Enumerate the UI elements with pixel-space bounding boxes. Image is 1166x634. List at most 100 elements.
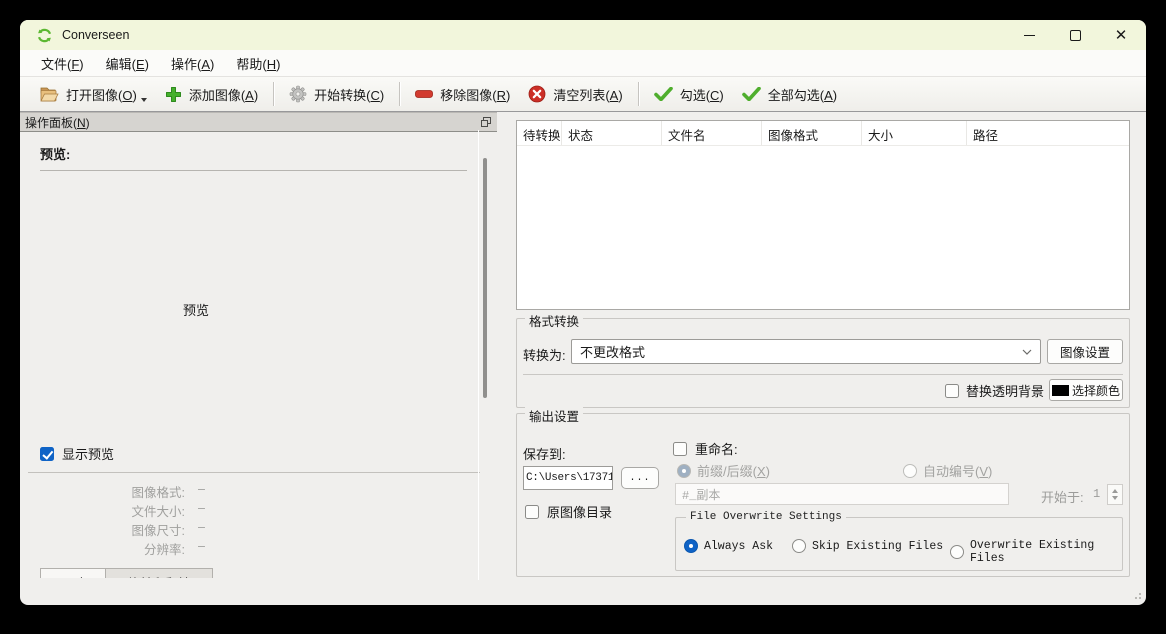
panel-tabs: 尺寸 旋转和翻转 bbox=[40, 568, 213, 578]
file-overwrite-title: File Overwrite Settings bbox=[686, 511, 846, 523]
always-ask-option[interactable]: Always Ask bbox=[684, 539, 773, 553]
add-image-icon bbox=[165, 86, 182, 103]
add-image-button[interactable]: 添加图像(A) bbox=[156, 80, 267, 108]
check-all-button[interactable]: 全部勾选(A) bbox=[733, 80, 846, 108]
replace-background-label: 替换透明背景 bbox=[966, 381, 1044, 400]
close-button[interactable]: ✕ bbox=[1104, 20, 1138, 50]
file-size-label: 文件大小: bbox=[60, 501, 185, 520]
toolbar-separator bbox=[399, 82, 400, 106]
remove-image-button[interactable]: 移除图像(R) bbox=[406, 80, 519, 108]
start-convert-button[interactable]: 开始转换(C) bbox=[280, 80, 393, 108]
open-image-label: 打开图像(O) bbox=[66, 85, 137, 104]
column-filename[interactable]: 文件名 bbox=[662, 121, 762, 145]
menu-file[interactable]: 文件(F) bbox=[30, 54, 95, 73]
prefix-suffix-radio[interactable] bbox=[677, 464, 691, 478]
rename-pattern-input[interactable]: #_副本 bbox=[675, 483, 1009, 505]
file-overwrite-group: File Overwrite Settings Always Ask Skip … bbox=[675, 517, 1123, 571]
start-convert-icon bbox=[289, 85, 307, 103]
format-select[interactable]: 不更改格式 bbox=[571, 339, 1041, 364]
table-header-row: 待转换 状态 文件名 图像格式 大小 路径 bbox=[517, 121, 1129, 146]
color-swatch bbox=[1052, 385, 1069, 396]
format-group-title: 格式转换 bbox=[525, 311, 583, 330]
image-dimensions-label: 图像尺寸: bbox=[60, 520, 185, 539]
save-path-input[interactable]: C:\Users\17371 bbox=[523, 466, 613, 490]
minimize-button[interactable] bbox=[1012, 20, 1046, 50]
maximize-button[interactable] bbox=[1058, 20, 1092, 50]
float-panel-icon[interactable] bbox=[480, 116, 492, 128]
menu-help[interactable]: 帮助(H) bbox=[225, 54, 291, 73]
check-all-icon bbox=[742, 87, 761, 101]
file-size-row: 文件大小: – bbox=[60, 501, 280, 520]
tab-rotate-flip[interactable]: 旋转和翻转 bbox=[105, 568, 213, 578]
action-panel-body: 预览: 预览 显示预览 图像格式: – 文件大小: – 图像尺寸: – 分辨率: bbox=[20, 132, 497, 578]
image-dimensions-row: 图像尺寸: – bbox=[60, 520, 280, 539]
resolution-value: – bbox=[198, 539, 205, 558]
preview-label: 预览: bbox=[40, 144, 70, 163]
menu-edit[interactable]: 编辑(E) bbox=[95, 54, 160, 73]
show-preview-label: 显示预览 bbox=[62, 444, 114, 463]
auto-number-label: 自动编号(V) bbox=[923, 461, 992, 480]
minimize-icon bbox=[1024, 35, 1035, 36]
choose-color-button[interactable]: 选择颜色 bbox=[1049, 379, 1123, 401]
file-list-table[interactable]: 待转换 状态 文件名 图像格式 大小 路径 bbox=[516, 120, 1130, 310]
browse-button[interactable]: ... bbox=[621, 467, 659, 489]
skip-existing-radio[interactable] bbox=[792, 539, 806, 553]
column-to-convert[interactable]: 待转换 bbox=[517, 121, 562, 145]
source-directory-label: 原图像目录 bbox=[547, 502, 612, 521]
source-directory-checkbox[interactable] bbox=[525, 505, 539, 519]
overwrite-existing-radio[interactable] bbox=[950, 545, 964, 559]
image-settings-button[interactable]: 图像设置 bbox=[1047, 339, 1123, 364]
open-image-dropdown-icon[interactable] bbox=[141, 98, 147, 102]
clear-list-label: 清空列表(A) bbox=[553, 85, 622, 104]
image-format-value: – bbox=[198, 482, 205, 501]
output-group-title: 输出设置 bbox=[525, 406, 583, 425]
preview-placeholder: 预览 bbox=[146, 300, 246, 319]
convert-to-label: 转换为: bbox=[523, 345, 566, 364]
show-preview-option[interactable]: 显示预览 bbox=[40, 444, 114, 463]
always-ask-radio[interactable] bbox=[684, 539, 698, 553]
panel-scrollbar[interactable] bbox=[483, 158, 487, 398]
remove-image-label: 移除图像(R) bbox=[440, 85, 510, 104]
divider bbox=[40, 170, 467, 171]
source-directory-option[interactable]: 原图像目录 bbox=[525, 502, 612, 521]
open-image-button[interactable]: 打开图像(O) bbox=[30, 80, 156, 108]
file-size-value: – bbox=[198, 501, 205, 520]
auto-number-option[interactable]: 自动编号(V) bbox=[903, 461, 992, 480]
replace-background-checkbox[interactable] bbox=[945, 384, 959, 398]
titlebar: Converseen ✕ bbox=[20, 20, 1146, 50]
rename-checkbox[interactable] bbox=[673, 442, 687, 456]
skip-existing-label: Skip Existing Files bbox=[812, 540, 943, 553]
overwrite-existing-option[interactable]: Overwrite Existing Files bbox=[950, 539, 1122, 565]
save-to-label: 保存到: bbox=[523, 444, 566, 463]
column-status[interactable]: 状态 bbox=[562, 121, 662, 145]
check-label: 勾选(C) bbox=[680, 85, 724, 104]
maximize-icon bbox=[1070, 30, 1081, 41]
clear-list-button[interactable]: 清空列表(A) bbox=[519, 80, 631, 108]
action-panel: 操作面板(N) 预览: 预览 显示预览 图像格式: – 文件大小: – bbox=[20, 112, 497, 580]
overwrite-existing-label: Overwrite Existing Files bbox=[970, 539, 1122, 565]
resize-grip[interactable] bbox=[1130, 588, 1141, 599]
auto-number-radio[interactable] bbox=[903, 464, 917, 478]
chevron-down-icon bbox=[1022, 349, 1032, 355]
prefix-suffix-option[interactable]: 前缀/后缀(X) bbox=[677, 461, 770, 480]
spinner-up-icon[interactable] bbox=[1112, 489, 1118, 493]
remove-image-icon bbox=[415, 90, 433, 98]
check-button[interactable]: 勾选(C) bbox=[645, 80, 733, 108]
menubar: 文件(F) 编辑(E) 操作(A) 帮助(H) bbox=[20, 50, 1146, 77]
show-preview-checkbox[interactable] bbox=[40, 447, 54, 461]
spinner-down-icon[interactable] bbox=[1112, 496, 1118, 500]
tab-size[interactable]: 尺寸 bbox=[40, 568, 106, 578]
app-window: Converseen ✕ 文件(F) 编辑(E) 操作(A) 帮助(H) 打开图… bbox=[20, 20, 1146, 605]
column-path[interactable]: 路径 bbox=[967, 121, 1129, 145]
skip-existing-option[interactable]: Skip Existing Files bbox=[792, 539, 943, 553]
format-select-value: 不更改格式 bbox=[580, 342, 645, 361]
action-panel-header[interactable]: 操作面板(N) bbox=[20, 112, 497, 132]
rename-option[interactable]: 重命名: bbox=[673, 439, 738, 458]
column-size[interactable]: 大小 bbox=[862, 121, 967, 145]
start-at-stepper[interactable] bbox=[1107, 484, 1123, 505]
close-icon: ✕ bbox=[1115, 28, 1128, 43]
replace-background-option[interactable]: 替换透明背景 bbox=[945, 381, 1044, 400]
resolution-row: 分辨率: – bbox=[60, 539, 280, 558]
column-image-format[interactable]: 图像格式 bbox=[762, 121, 862, 145]
menu-actions[interactable]: 操作(A) bbox=[160, 54, 225, 73]
